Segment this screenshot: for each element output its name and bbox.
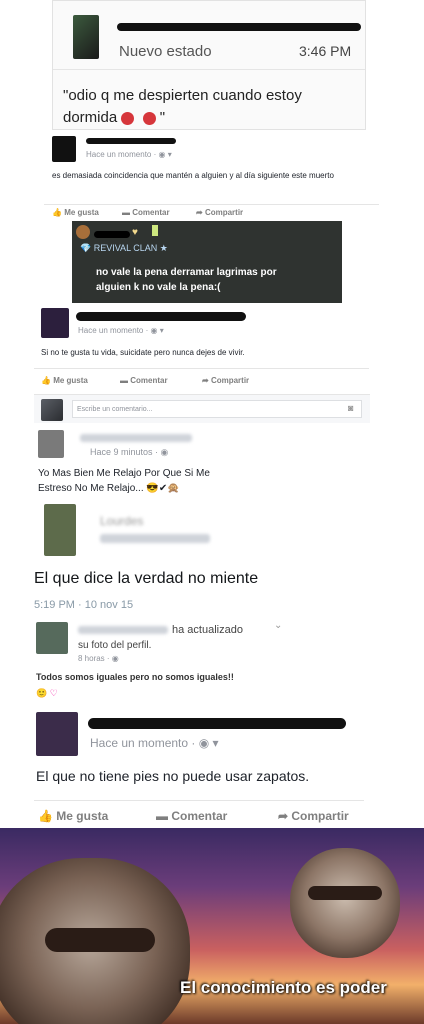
post-time[interactable]: 3:46 PM xyxy=(299,43,351,59)
post-text: es demasiada coincidencia que mantén a a… xyxy=(52,171,334,180)
camera-icon[interactable]: ◙ xyxy=(348,403,353,413)
post-text: Yo Mas Bien Me Relajo Por Que Si Me Estr… xyxy=(38,468,210,494)
heart-icon: ♡ xyxy=(49,688,58,698)
action-text-2: su foto del perfil. xyxy=(78,640,152,651)
divider xyxy=(53,69,365,70)
avatar[interactable] xyxy=(76,225,90,239)
post-relajo: Hace 9 minutos · ◉ Yo Mas Bien Me Relajo… xyxy=(34,428,350,498)
emoji-icons: 😎✔🙊 xyxy=(146,483,180,494)
globe-icon: ◉ xyxy=(160,447,169,457)
avatar[interactable] xyxy=(36,712,78,756)
post-zapatos: Hace un momento · ◉ ▾ El que no tiene pi… xyxy=(30,708,370,828)
like-button[interactable]: 👍 Me gusta xyxy=(52,208,99,217)
thumbs-up-icon: 👍 xyxy=(38,809,57,823)
share-button[interactable]: ➦ Compartir xyxy=(278,809,349,823)
share-arrow-icon: ➦ xyxy=(278,809,292,823)
avatar[interactable] xyxy=(36,622,68,654)
redacted-name[interactable] xyxy=(94,231,130,238)
post-time[interactable]: Hace un momento · ◉ ▾ xyxy=(90,736,219,750)
globe-icon: ◉ ▾ xyxy=(158,150,172,159)
post-text: El que no tiene pies no puede usar zapat… xyxy=(36,768,310,784)
comment-box: Escribe un comentario... ◙ xyxy=(34,394,370,423)
comment-button[interactable]: ▬ Comentar xyxy=(120,376,168,385)
sloth-right xyxy=(290,848,400,958)
avatar[interactable] xyxy=(52,136,76,162)
post-text: El que dice la verdad no miente xyxy=(34,570,259,587)
divider xyxy=(34,800,364,801)
post-text: Todos somos iguales pero no somos iguale… xyxy=(36,672,234,682)
action-text: ha actualizado xyxy=(172,624,243,636)
post-verdad: Lourdes El que dice la verdad no miente … xyxy=(30,498,360,616)
share-arrow-icon: ➦ xyxy=(202,376,211,385)
speech-bubble-icon: ▬ xyxy=(122,208,133,217)
divider xyxy=(34,368,369,369)
post-time[interactable]: Hace un momento · ◉ ▾ xyxy=(78,326,164,335)
avatar[interactable] xyxy=(41,308,69,338)
post-time[interactable]: 5:19 PM · 10 nov 15 xyxy=(34,599,133,611)
speech-bubble-icon: ▬ xyxy=(120,376,131,385)
post-time[interactable]: Hace un momento · ◉ ▾ xyxy=(86,150,172,159)
gem-icon: 💎 xyxy=(80,243,94,253)
avatar[interactable] xyxy=(38,430,64,458)
sloth-right-eye-band xyxy=(308,886,382,900)
post-iguales: ha actualizado su foto del perfil. 8 hor… xyxy=(32,618,322,708)
redacted-name[interactable] xyxy=(117,23,361,31)
angry-face-icon xyxy=(121,111,135,125)
blurred-name[interactable] xyxy=(80,434,192,442)
blurred-name[interactable] xyxy=(78,626,168,634)
post-revival-clan: ♥ 💎 REVIVAL CLAN ★ no vale la pena derra… xyxy=(72,221,342,303)
angry-face-icon xyxy=(142,111,156,125)
globe-icon: ◉ xyxy=(111,654,119,663)
post-coincidencia: Hace un momento · ◉ ▾ es demasiada coinc… xyxy=(44,132,384,220)
heart-icon: ♥ xyxy=(132,227,138,238)
meme-caption: El conocimiento es poder xyxy=(180,978,387,997)
divider xyxy=(44,204,379,205)
post-text: "odio q me despierten cuando estoy dormi… xyxy=(63,87,302,126)
sloth-left-eye-band xyxy=(45,928,155,952)
post-time[interactable]: 8 horas · ◉ xyxy=(78,654,119,663)
avatar xyxy=(41,399,63,421)
post-time[interactable]: Hace 9 minutos · ◉ xyxy=(90,447,168,458)
sloth-meme-image: El conocimiento es poder xyxy=(0,828,424,1024)
like-button[interactable]: 👍 Me gusta xyxy=(38,809,108,823)
comment-input[interactable]: Escribe un comentario... xyxy=(72,400,362,418)
thumbs-up-icon: 👍 xyxy=(41,376,54,385)
post-nuevo-estado: Nuevo estado 3:46 PM "odio q me despiert… xyxy=(52,0,366,130)
redacted-name[interactable] xyxy=(86,138,176,144)
post-text: no vale la pena derramar lagrimas por al… xyxy=(96,267,277,293)
post-text: Si no te gusta tu vida, suicidate pero n… xyxy=(41,348,245,357)
emoji-icons: 🙂 ♡ xyxy=(36,688,58,698)
chevron-down-icon[interactable]: ⌄ xyxy=(274,620,282,631)
globe-icon: ◉ ▾ xyxy=(150,326,164,335)
comment-button[interactable]: ▬ Comentar xyxy=(156,809,227,823)
post-suicidate: Hace un momento · ◉ ▾ Si no te gusta tu … xyxy=(34,306,374,426)
thumbs-up-icon: 👍 xyxy=(52,208,65,217)
status-label: Nuevo estado xyxy=(119,43,212,60)
avatar[interactable] xyxy=(44,504,76,556)
blurred-handle[interactable] xyxy=(100,534,210,543)
redacted-name[interactable] xyxy=(76,312,246,321)
comment-button[interactable]: ▬ Comentar xyxy=(122,208,170,217)
clan-label: 💎 REVIVAL CLAN ★ xyxy=(80,243,168,253)
share-arrow-icon: ➦ xyxy=(196,208,205,217)
redacted-name[interactable] xyxy=(88,718,346,729)
share-button[interactable]: ➦ Compartir xyxy=(196,208,243,217)
avatar[interactable] xyxy=(73,15,99,59)
blurred-name[interactable]: Lourdes xyxy=(100,514,143,528)
battery-icon xyxy=(152,225,158,236)
like-button[interactable]: 👍 Me gusta xyxy=(41,376,88,385)
share-button[interactable]: ➦ Compartir xyxy=(202,376,249,385)
speech-bubble-icon: ▬ xyxy=(156,809,172,823)
globe-icon: ◉ ▾ xyxy=(198,736,219,750)
